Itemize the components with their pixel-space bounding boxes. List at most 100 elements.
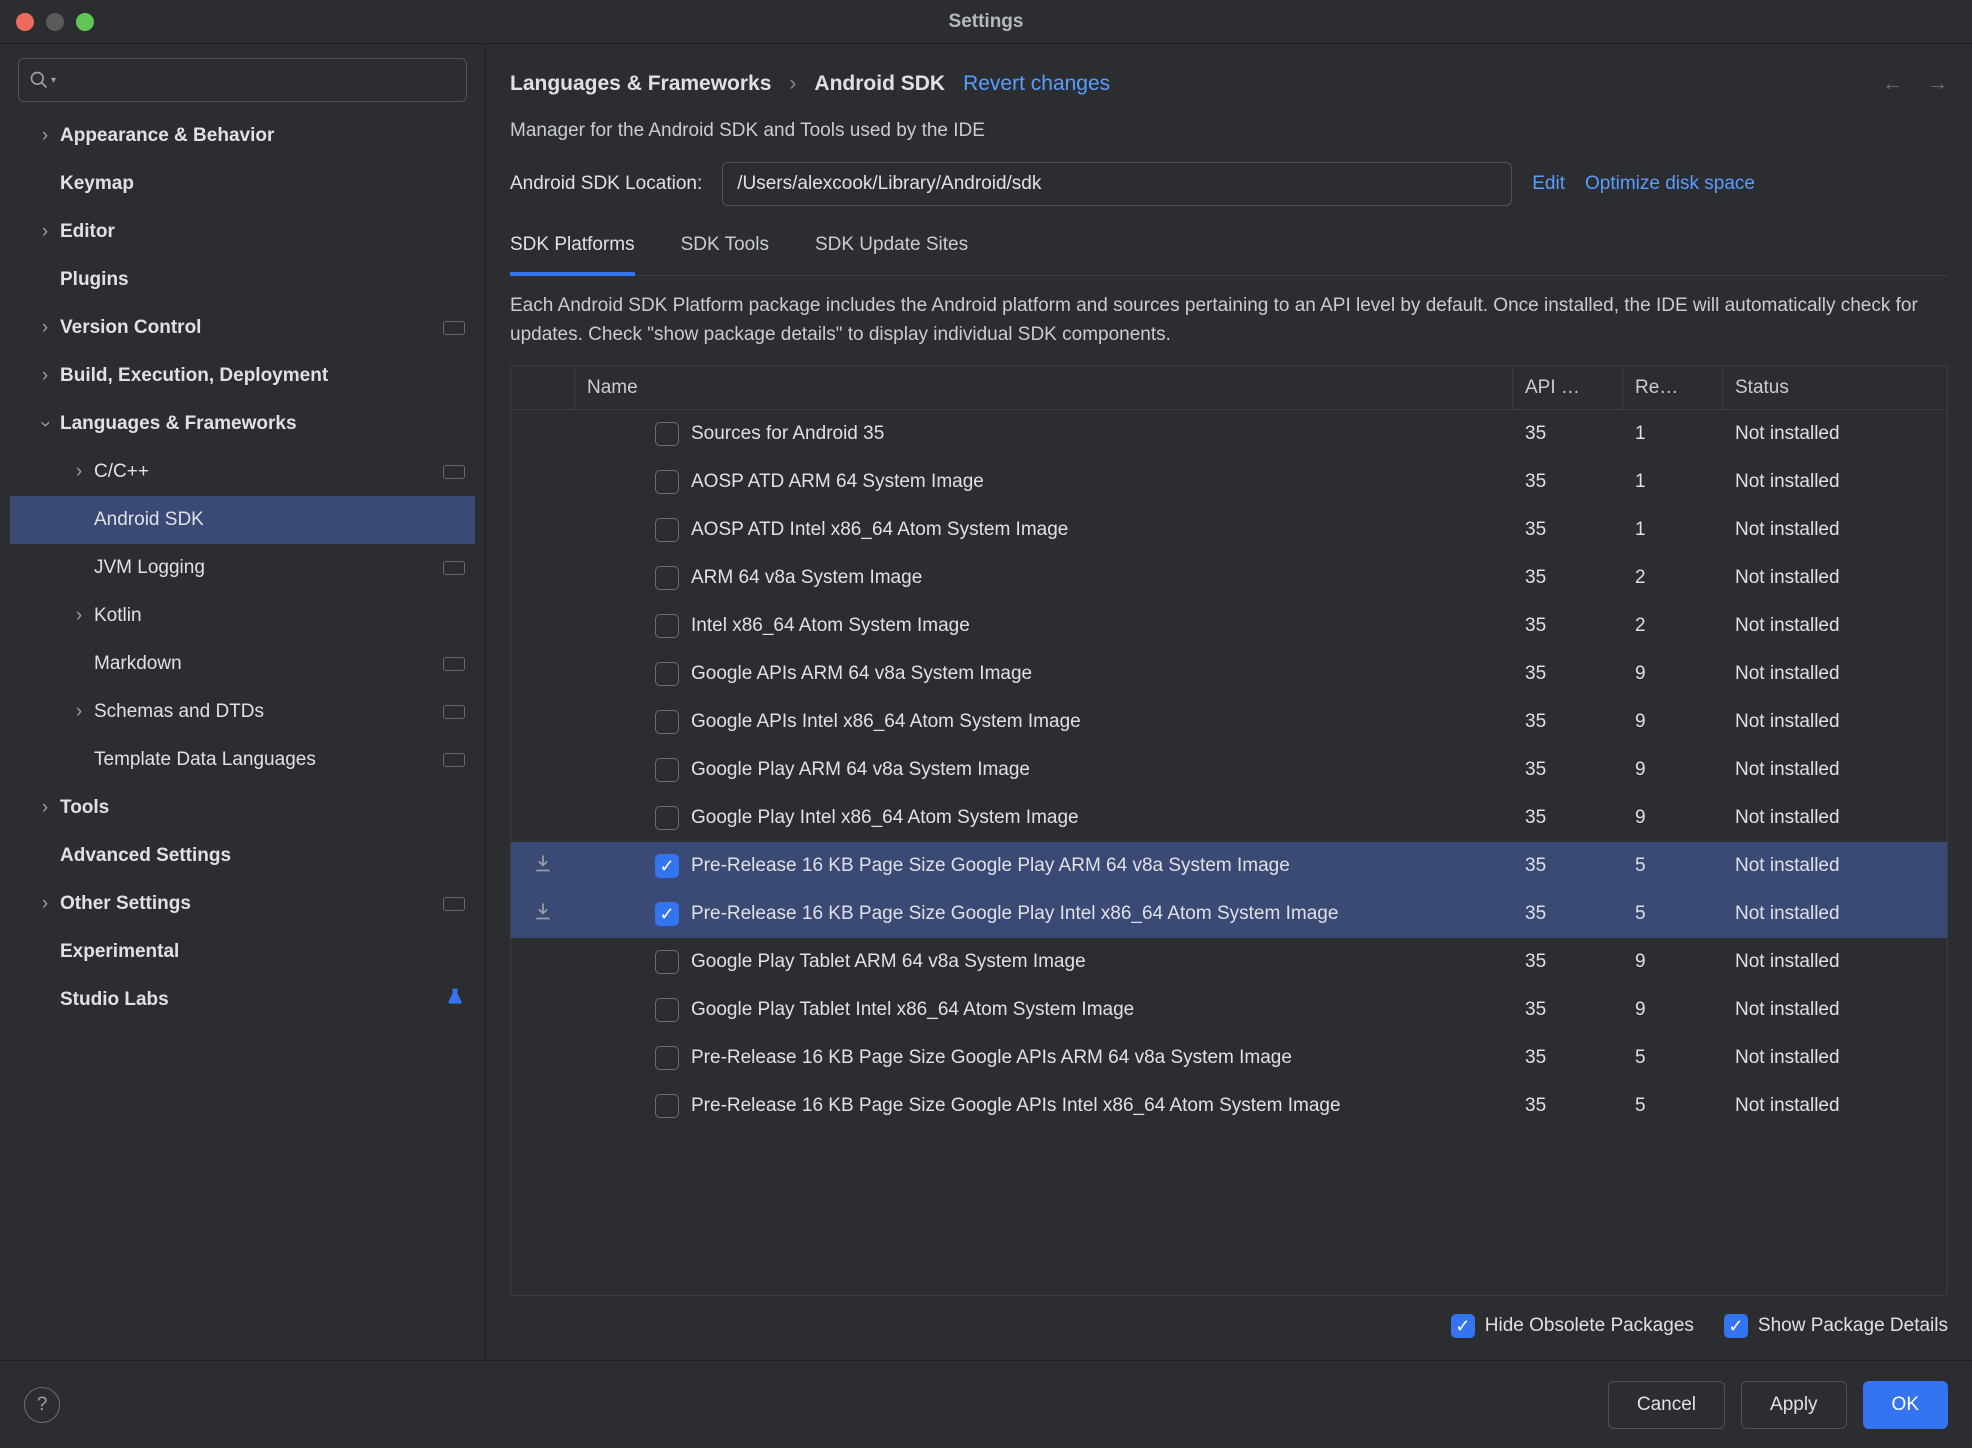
- download-icon: [533, 901, 553, 921]
- table-row[interactable]: Google APIs ARM 64 v8a System Image359No…: [511, 650, 1947, 698]
- column-api[interactable]: API …: [1513, 366, 1623, 409]
- nav-forward-icon[interactable]: →: [1927, 72, 1948, 96]
- nav-back-icon[interactable]: ←: [1882, 72, 1903, 96]
- project-badge-icon: [443, 465, 465, 479]
- package-status: Not installed: [1723, 807, 1947, 829]
- hide-obsolete-label: Hide Obsolete Packages: [1485, 1315, 1694, 1337]
- package-status: Not installed: [1723, 471, 1947, 493]
- package-checkbox[interactable]: [655, 1046, 679, 1070]
- chevron-right-icon: ›: [30, 797, 60, 819]
- sidebar-item-other-settings[interactable]: ›Other Settings: [10, 880, 475, 928]
- package-checkbox[interactable]: [655, 1094, 679, 1118]
- sidebar-item-languages-frameworks[interactable]: ›Languages & Frameworks: [10, 400, 475, 448]
- sidebar-item-appearance-behavior[interactable]: ›Appearance & Behavior: [10, 112, 475, 160]
- sidebar-item-advanced-settings[interactable]: Advanced Settings: [10, 832, 475, 880]
- sidebar-item-label: Studio Labs: [60, 989, 439, 1011]
- package-checkbox[interactable]: [655, 950, 679, 974]
- table-row[interactable]: ✓Pre-Release 16 KB Page Size Google Play…: [511, 890, 1947, 938]
- table-row[interactable]: AOSP ATD Intel x86_64 Atom System Image3…: [511, 506, 1947, 554]
- sdk-location-input[interactable]: [722, 162, 1512, 206]
- hide-obsolete-checkbox[interactable]: ✓ Hide Obsolete Packages: [1451, 1314, 1694, 1338]
- sidebar-item-experimental[interactable]: Experimental: [10, 928, 475, 976]
- column-status[interactable]: Status: [1723, 366, 1947, 409]
- show-package-details-checkbox[interactable]: ✓ Show Package Details: [1724, 1314, 1948, 1338]
- package-checkbox[interactable]: [655, 566, 679, 590]
- optimize-disk-space-link[interactable]: Optimize disk space: [1585, 173, 1755, 195]
- package-checkbox[interactable]: [655, 470, 679, 494]
- package-checkbox[interactable]: [655, 422, 679, 446]
- package-checkbox[interactable]: ✓: [655, 902, 679, 926]
- column-revision[interactable]: Re…: [1623, 366, 1723, 409]
- sidebar-item-build-execution-deployment[interactable]: ›Build, Execution, Deployment: [10, 352, 475, 400]
- package-name: ARM 64 v8a System Image: [691, 567, 922, 589]
- sidebar-item-markdown[interactable]: Markdown: [10, 640, 475, 688]
- help-button[interactable]: ?: [24, 1387, 60, 1423]
- tab-sdk-update-sites[interactable]: SDK Update Sites: [815, 234, 968, 275]
- sidebar-item-plugins[interactable]: Plugins: [10, 256, 475, 304]
- package-checkbox[interactable]: [655, 710, 679, 734]
- package-checkbox[interactable]: [655, 518, 679, 542]
- package-checkbox[interactable]: [655, 662, 679, 686]
- package-checkbox[interactable]: [655, 758, 679, 782]
- chevron-right-icon: ›: [30, 221, 60, 243]
- show-details-label: Show Package Details: [1758, 1315, 1948, 1337]
- sidebar-item-label: Build, Execution, Deployment: [60, 365, 465, 387]
- table-row[interactable]: ✓Pre-Release 16 KB Page Size Google Play…: [511, 842, 1947, 890]
- sdk-packages-table: Name API … Re… Status Sources for Androi…: [510, 365, 1948, 1296]
- table-row[interactable]: Google APIs Intel x86_64 Atom System Ima…: [511, 698, 1947, 746]
- project-badge-icon: [443, 753, 465, 767]
- table-row[interactable]: Google Play Tablet ARM 64 v8a System Ima…: [511, 938, 1947, 986]
- revert-changes-link[interactable]: Revert changes: [963, 72, 1110, 96]
- sidebar-item-jvm-logging[interactable]: JVM Logging: [10, 544, 475, 592]
- ok-button[interactable]: OK: [1863, 1381, 1948, 1429]
- package-checkbox[interactable]: ✓: [655, 854, 679, 878]
- sidebar-item-schemas-and-dtds[interactable]: ›Schemas and DTDs: [10, 688, 475, 736]
- sidebar-item-label: Schemas and DTDs: [94, 701, 443, 723]
- package-status: Not installed: [1723, 1095, 1947, 1117]
- package-checkbox[interactable]: [655, 998, 679, 1022]
- checkbox-icon: ✓: [1451, 1314, 1475, 1338]
- tab-sdk-platforms[interactable]: SDK Platforms: [510, 234, 635, 276]
- sidebar-item-template-data-languages[interactable]: Template Data Languages: [10, 736, 475, 784]
- sidebar-item-keymap[interactable]: Keymap: [10, 160, 475, 208]
- table-row[interactable]: Sources for Android 35351Not installed: [511, 410, 1947, 458]
- table-row[interactable]: Google Play Intel x86_64 Atom System Ima…: [511, 794, 1947, 842]
- package-status: Not installed: [1723, 711, 1947, 733]
- package-api: 35: [1513, 903, 1623, 925]
- table-row[interactable]: Google Play ARM 64 v8a System Image359No…: [511, 746, 1947, 794]
- column-name[interactable]: Name: [575, 366, 1513, 409]
- sidebar-item-version-control[interactable]: ›Version Control: [10, 304, 475, 352]
- sidebar-item-tools[interactable]: ›Tools: [10, 784, 475, 832]
- sidebar-item-android-sdk[interactable]: Android SDK: [10, 496, 475, 544]
- sidebar-item-label: Plugins: [60, 269, 465, 291]
- sidebar-search-input[interactable]: ▾: [18, 58, 467, 102]
- package-checkbox[interactable]: [655, 806, 679, 830]
- cancel-button[interactable]: Cancel: [1608, 1381, 1725, 1429]
- breadcrumb: Languages & Frameworks › Android SDK Rev…: [510, 72, 1948, 96]
- download-icon: [533, 853, 553, 873]
- sidebar-item-studio-labs[interactable]: Studio Labs: [10, 976, 475, 1024]
- sidebar-item-kotlin[interactable]: ›Kotlin: [10, 592, 475, 640]
- tab-sdk-tools[interactable]: SDK Tools: [681, 234, 769, 275]
- package-status: Not installed: [1723, 951, 1947, 973]
- sidebar-item-editor[interactable]: ›Editor: [10, 208, 475, 256]
- package-api: 35: [1513, 615, 1623, 637]
- package-revision: 9: [1623, 711, 1723, 733]
- package-status: Not installed: [1723, 519, 1947, 541]
- edit-sdk-location-link[interactable]: Edit: [1532, 173, 1565, 195]
- table-row[interactable]: ARM 64 v8a System Image352Not installed: [511, 554, 1947, 602]
- table-row[interactable]: AOSP ATD ARM 64 System Image351Not insta…: [511, 458, 1947, 506]
- table-row[interactable]: Pre-Release 16 KB Page Size Google APIs …: [511, 1034, 1947, 1082]
- table-row[interactable]: Intel x86_64 Atom System Image352Not ins…: [511, 602, 1947, 650]
- package-api: 35: [1513, 711, 1623, 733]
- project-badge-icon: [443, 321, 465, 335]
- package-name: AOSP ATD ARM 64 System Image: [691, 471, 984, 493]
- table-row[interactable]: Pre-Release 16 KB Page Size Google APIs …: [511, 1082, 1947, 1130]
- sidebar-item-c-c-[interactable]: ›C/C++: [10, 448, 475, 496]
- sidebar-item-label: Languages & Frameworks: [60, 413, 465, 435]
- apply-button[interactable]: Apply: [1741, 1381, 1847, 1429]
- chevron-right-icon: ›: [64, 461, 94, 483]
- package-api: 35: [1513, 1095, 1623, 1117]
- table-row[interactable]: Google Play Tablet Intel x86_64 Atom Sys…: [511, 986, 1947, 1034]
- package-checkbox[interactable]: [655, 614, 679, 638]
